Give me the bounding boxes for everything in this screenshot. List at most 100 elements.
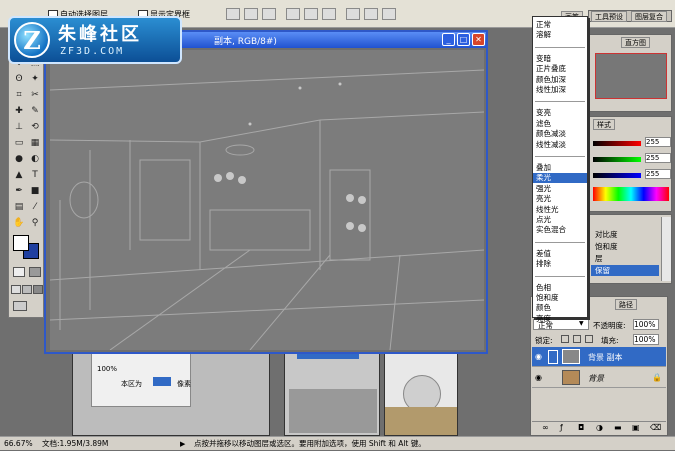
green-slider[interactable] (593, 157, 641, 162)
pen-tool-icon[interactable]: ✒ (13, 185, 25, 197)
gradient-tool-icon[interactable]: ▦ (29, 137, 41, 149)
red-value[interactable]: 255 (645, 137, 671, 147)
blend-mode-item[interactable]: 亮光 (533, 194, 587, 204)
standard-mode-icon[interactable] (13, 267, 25, 277)
eye-icon[interactable]: ◉ (535, 373, 542, 382)
green-value[interactable]: 255 (645, 153, 671, 163)
blend-mode-item[interactable]: 线性光 (533, 205, 587, 215)
screen-mode-standard-icon[interactable] (11, 285, 21, 294)
blend-mode-item[interactable]: 变暗 (533, 54, 587, 64)
navigator-preview[interactable] (595, 53, 667, 99)
blend-mode-item[interactable]: 正片叠底 (533, 64, 587, 74)
shape-tool-icon[interactable]: ■ (29, 185, 41, 197)
history-item-selected[interactable]: 保留 (591, 265, 659, 276)
minimize-button[interactable]: _ (442, 33, 455, 46)
layer-style-icon[interactable]: ƒ (560, 423, 563, 432)
notes-tool-icon[interactable]: ▤ (13, 201, 25, 213)
history-item[interactable]: 饱和度 (595, 241, 618, 252)
close-button[interactable]: ✕ (472, 33, 485, 46)
blend-mode-item[interactable]: 实色混合 (533, 225, 587, 235)
lock-transparent-icon[interactable] (561, 335, 569, 343)
history-item[interactable]: 对比度 (595, 229, 618, 240)
align-right-button[interactable] (322, 8, 336, 20)
layer-row[interactable]: ◉ 背景 🔒 (532, 368, 666, 388)
blend-mode-item[interactable]: 颜色 (533, 303, 587, 313)
blend-mode-item[interactable]: 变亮 (533, 108, 587, 118)
document-size[interactable]: 文档:1.95M/3.89M (42, 437, 108, 451)
blend-mode-item[interactable]: 正常 (533, 20, 587, 30)
red-slider[interactable] (593, 141, 641, 146)
path-select-icon[interactable]: ▲ (13, 169, 25, 181)
eyedropper-icon[interactable]: ⁄ (29, 201, 41, 213)
tab-layer-comps[interactable]: 图层复合 (631, 11, 667, 22)
align-left-button[interactable] (286, 8, 300, 20)
blend-mode-item[interactable]: 点光 (533, 215, 587, 225)
fill-input[interactable]: 100% (633, 334, 659, 345)
image-canvas[interactable] (50, 50, 484, 350)
back-photo-thumbnail[interactable] (384, 346, 458, 436)
tab-tool-presets[interactable]: 工具预设 (591, 11, 627, 22)
blue-value[interactable]: 255 (645, 169, 671, 179)
blend-mode-item[interactable]: 色相 (533, 283, 587, 293)
blend-mode-item[interactable]: 差值 (533, 249, 587, 259)
distribute-vcenter-button[interactable] (364, 8, 378, 20)
distribute-bottom-button[interactable] (382, 8, 396, 20)
blend-mode-item[interactable]: 叠加 (533, 163, 587, 173)
link-icon[interactable]: ∞ (542, 423, 549, 432)
tab-histogram[interactable]: 直方图 (621, 37, 650, 48)
blend-mode-item[interactable]: 饱和度 (533, 293, 587, 303)
distribute-top-button[interactable] (346, 8, 360, 20)
screen-mode-full-icon[interactable] (33, 285, 43, 294)
dodge-tool-icon[interactable]: ◐ (29, 153, 41, 165)
trash-icon[interactable]: ⌫ (650, 423, 661, 432)
back-layers-thumbnail[interactable] (284, 346, 380, 436)
mask-icon[interactable]: ◘ (578, 423, 584, 432)
slice-tool-icon[interactable]: ✂ (29, 89, 41, 101)
brush-tool-icon[interactable]: ✎ (29, 105, 41, 117)
align-top-button[interactable] (226, 8, 240, 20)
new-layer-icon[interactable]: ▣ (632, 423, 640, 432)
back-dialog-input[interactable] (153, 377, 171, 386)
blur-tool-icon[interactable]: ● (13, 153, 25, 165)
history-item[interactable]: 层 (595, 253, 603, 264)
blend-mode-item[interactable]: 线性加深 (533, 85, 587, 95)
foreground-color-swatch[interactable] (13, 235, 29, 251)
blend-mode-item[interactable]: 颜色减淡 (533, 129, 587, 139)
zoom-tool-icon[interactable]: ⚲ (29, 217, 41, 229)
blend-mode-item[interactable]: 强光 (533, 184, 587, 194)
blend-mode-item[interactable]: 线性减淡 (533, 140, 587, 150)
blend-mode-item[interactable]: 颜色加深 (533, 75, 587, 85)
opacity-input[interactable]: 100% (633, 319, 659, 330)
eraser-tool-icon[interactable]: ▭ (13, 137, 25, 149)
type-tool-icon[interactable]: T (29, 169, 41, 181)
blend-mode-item[interactable]: 亮度 (533, 314, 587, 324)
stamp-tool-icon[interactable]: ⊥ (13, 121, 25, 133)
blend-mode-item[interactable]: 滤色 (533, 119, 587, 129)
align-hcenter-button[interactable] (304, 8, 318, 20)
hand-tool-icon[interactable]: ✋ (13, 217, 25, 229)
blend-mode-item[interactable]: 溶解 (533, 30, 587, 40)
crop-tool-icon[interactable]: ⌗ (13, 89, 25, 101)
maximize-button[interactable]: □ (457, 33, 470, 46)
quickmask-mode-icon[interactable] (29, 267, 41, 277)
history-brush-icon[interactable]: ⟲ (29, 121, 41, 133)
align-vcenter-button[interactable] (244, 8, 258, 20)
color-ramp[interactable] (593, 187, 669, 201)
lasso-tool-icon[interactable]: ʘ (13, 73, 25, 85)
zoom-level[interactable]: 66.67% (4, 437, 33, 451)
magic-wand-icon[interactable]: ✦ (29, 73, 41, 85)
tab-styles[interactable]: 样式 (593, 119, 615, 130)
lock-pixels-icon[interactable] (573, 335, 581, 343)
history-scrollbar[interactable] (661, 217, 671, 281)
align-bottom-button[interactable] (262, 8, 276, 20)
blue-slider[interactable] (593, 173, 641, 178)
status-arrow-icon[interactable]: ▶ (180, 437, 185, 451)
jump-to-imageready-icon[interactable] (13, 301, 27, 311)
eye-icon[interactable]: ◉ (535, 352, 542, 361)
screen-mode-menubar-icon[interactable] (22, 285, 32, 294)
layer-row-selected[interactable]: ◉ 背景 副本 (532, 347, 666, 367)
blend-mode-item[interactable]: 排除 (533, 259, 587, 269)
folder-icon[interactable]: ▬ (614, 423, 622, 432)
adjustment-icon[interactable]: ◑ (596, 423, 603, 432)
blend-mode-item[interactable]: 柔光 (533, 173, 587, 184)
